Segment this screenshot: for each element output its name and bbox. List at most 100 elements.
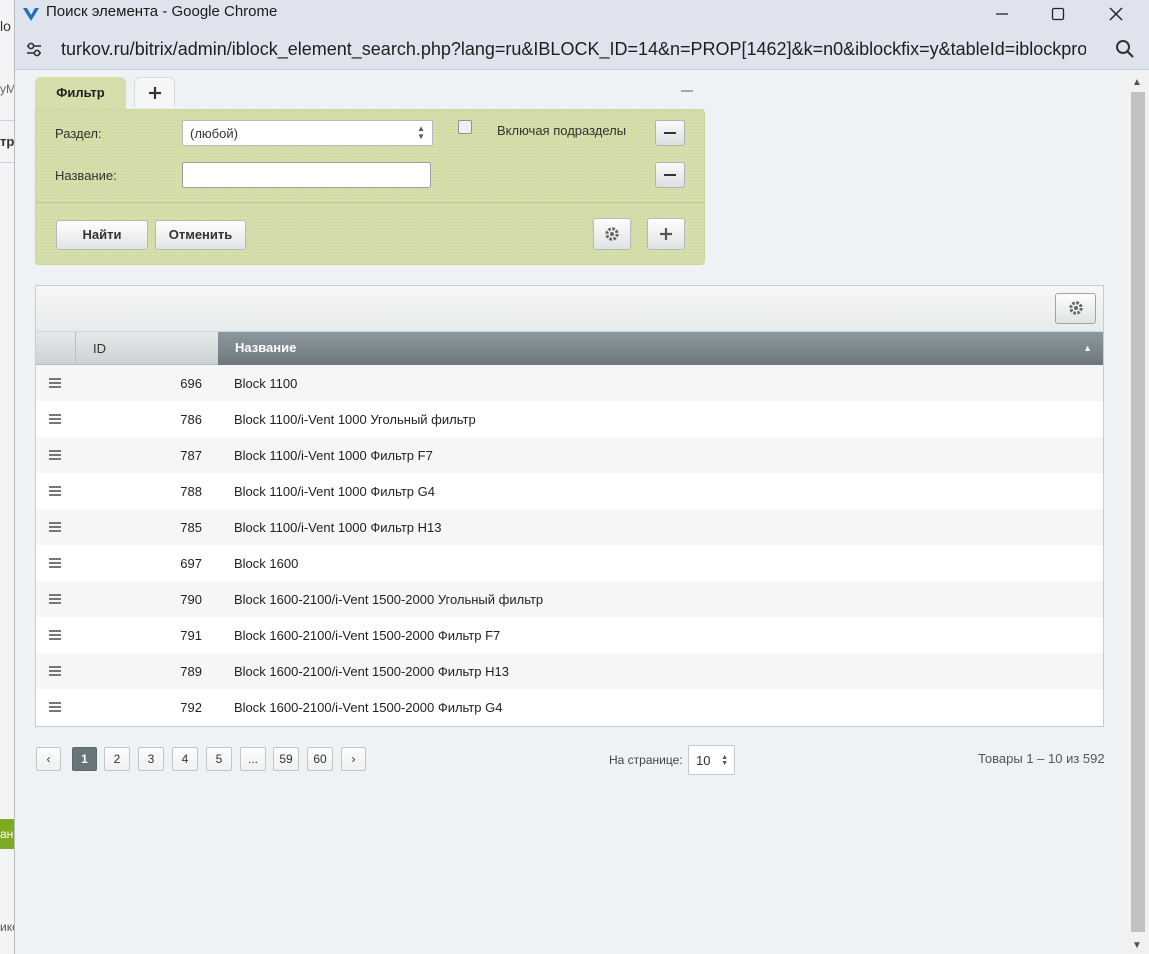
- row-name[interactable]: Block 1100/i-Vent 1000 Фильтр H13: [234, 520, 442, 535]
- grid-header: ID Название ▲: [36, 332, 1103, 365]
- table-row[interactable]: 696 Block 1100: [36, 365, 1103, 401]
- row-name[interactable]: Block 1600-2100/i-Vent 1500-2000 Угольны…: [234, 592, 543, 607]
- plus-icon: [660, 228, 672, 240]
- gear-icon: [1068, 301, 1083, 315]
- page-button[interactable]: 4: [172, 747, 198, 771]
- address-bar: turkov.ru/bitrix/admin/iblock_element_se…: [15, 28, 1149, 70]
- sort-ascending-icon: ▲: [1083, 343, 1092, 353]
- row-id: 696: [180, 376, 202, 391]
- zoom-icon[interactable]: [1114, 38, 1136, 60]
- row-menu-icon[interactable]: [49, 486, 61, 496]
- background-divider: [0, 120, 14, 121]
- section-label: Раздел:: [55, 126, 102, 141]
- table-row[interactable]: 788 Block 1100/i-Vent 1000 Фильтр G4: [36, 473, 1103, 509]
- background-text: ан: [0, 827, 14, 841]
- page-button[interactable]: 5: [206, 747, 232, 771]
- table-row[interactable]: 697 Block 1600: [36, 545, 1103, 581]
- maximize-icon: [1051, 7, 1065, 21]
- section-select[interactable]: (любой) ▲ ▼: [182, 120, 433, 146]
- minimize-button[interactable]: [979, 0, 1025, 28]
- cancel-button[interactable]: Отменить: [155, 220, 246, 250]
- filter-panel: Раздел: (любой) ▲ ▼ Включая подразделы На…: [35, 109, 705, 265]
- minus-icon: [681, 90, 693, 92]
- row-name[interactable]: Block 1100: [234, 376, 297, 391]
- popup-window: Поиск элемента - Google Chrome turkov.ru…: [14, 0, 1149, 954]
- background-text: уМ: [0, 82, 14, 96]
- row-name[interactable]: Block 1100/i-Vent 1000 Фильтр F7: [234, 448, 433, 463]
- page-button[interactable]: 59: [273, 747, 299, 771]
- url-text[interactable]: turkov.ru/bitrix/admin/iblock_element_se…: [61, 39, 1086, 60]
- total-count: Товары 1 – 10 из 592: [978, 751, 1105, 766]
- page-button[interactable]: 3: [138, 747, 164, 771]
- row-id: 786: [180, 412, 202, 427]
- bitrix-logo-icon: [23, 8, 39, 21]
- tab-filter-label: Фильтр: [56, 85, 105, 100]
- column-header-name[interactable]: Название ▲: [218, 332, 1103, 365]
- row-menu-icon[interactable]: [49, 414, 61, 424]
- page-button[interactable]: 2: [104, 747, 130, 771]
- name-label: Название:: [55, 168, 117, 183]
- row-name[interactable]: Block 1600-2100/i-Vent 1500-2000 Фильтр …: [234, 700, 502, 715]
- collapse-filter-button[interactable]: [681, 80, 693, 98]
- row-menu-icon[interactable]: [49, 378, 61, 388]
- background-text: lo: [0, 18, 11, 34]
- page-button[interactable]: 60: [307, 747, 333, 771]
- scroll-up-icon[interactable]: ▲: [1132, 77, 1142, 88]
- filter-settings-button[interactable]: [593, 218, 631, 250]
- row-menu-icon[interactable]: [49, 522, 61, 532]
- table-row[interactable]: 787 Block 1100/i-Vent 1000 Фильтр F7: [36, 437, 1103, 473]
- next-page-button[interactable]: ›: [341, 747, 366, 771]
- name-input[interactable]: [182, 162, 431, 188]
- grid-toolbar: [36, 286, 1103, 332]
- include-subsections-label: Включая подразделы: [497, 123, 627, 138]
- row-id: 785: [180, 520, 202, 535]
- scrollbar-thumb[interactable]: [1131, 92, 1145, 932]
- table-row[interactable]: 790 Block 1600-2100/i-Vent 1500-2000 Угол…: [36, 581, 1103, 617]
- background-page: lo уМ тр ан ико: [0, 0, 14, 954]
- row-name[interactable]: Block 1100/i-Vent 1000 Фильтр G4: [234, 484, 435, 499]
- site-settings-icon[interactable]: [23, 38, 45, 60]
- table-row[interactable]: 792 Block 1600-2100/i-Vent 1500-2000 Филь…: [36, 689, 1103, 725]
- column-header-id[interactable]: ID: [93, 341, 106, 356]
- row-menu-icon[interactable]: [49, 666, 61, 676]
- tab-filter[interactable]: Фильтр: [35, 77, 126, 109]
- vertical-scrollbar[interactable]: ▲ ▼: [1126, 70, 1149, 954]
- remove-section-field-button[interactable]: [655, 120, 685, 146]
- close-button[interactable]: [1093, 0, 1139, 28]
- add-filter-field-button[interactable]: [647, 218, 685, 250]
- find-button[interactable]: Найти: [56, 220, 148, 250]
- table-row[interactable]: 785 Block 1100/i-Vent 1000 Фильтр H13: [36, 509, 1103, 545]
- background-green-button: ан: [0, 819, 14, 849]
- row-name[interactable]: Block 1600-2100/i-Vent 1500-2000 Фильтр …: [234, 628, 500, 643]
- row-menu-icon[interactable]: [49, 702, 61, 712]
- background-text: тр: [0, 134, 14, 149]
- section-select-value: (любой): [190, 126, 238, 141]
- maximize-button[interactable]: [1035, 0, 1081, 28]
- row-id: 789: [180, 664, 202, 679]
- row-menu-icon[interactable]: [49, 558, 61, 568]
- table-row[interactable]: 789 Block 1600-2100/i-Vent 1500-2000 Филь…: [36, 653, 1103, 689]
- window-title: Поиск элемента - Google Chrome: [46, 3, 278, 20]
- remove-name-field-button[interactable]: [655, 162, 685, 188]
- row-name[interactable]: Block 1100/i-Vent 1000 Угольный фильтр: [234, 412, 476, 427]
- row-menu-icon[interactable]: [49, 594, 61, 604]
- grid-rows: 696 Block 1100 786 Block 1100/i-Vent 1000 У…: [36, 365, 1103, 725]
- include-subsections-checkbox[interactable]: [458, 120, 472, 134]
- row-id: 792: [180, 700, 202, 715]
- row-name[interactable]: Block 1600-2100/i-Vent 1500-2000 Фильтр …: [234, 664, 509, 679]
- table-row[interactable]: 791 Block 1600-2100/i-Vent 1500-2000 Филь…: [36, 617, 1103, 653]
- table-row[interactable]: 786 Block 1100/i-Vent 1000 Угольный фильт…: [36, 401, 1103, 437]
- row-name[interactable]: Block 1600: [234, 556, 298, 571]
- prev-page-button[interactable]: ‹: [36, 747, 61, 771]
- row-id: 787: [180, 448, 202, 463]
- row-menu-icon[interactable]: [49, 630, 61, 640]
- page-button[interactable]: 1: [72, 747, 97, 771]
- page-button[interactable]: ...: [240, 747, 266, 771]
- scroll-down-icon[interactable]: ▼: [1132, 940, 1142, 951]
- background-text: ико: [0, 920, 14, 934]
- row-menu-icon[interactable]: [49, 450, 61, 460]
- grid-settings-button[interactable]: [1055, 293, 1096, 324]
- page-content: Фильтр Раздел: (любой) ▲ ▼ Включая подраз…: [15, 70, 1126, 954]
- add-filter-tab-button[interactable]: [134, 77, 175, 107]
- per-page-select[interactable]: 10 ▲ ▼: [688, 745, 735, 775]
